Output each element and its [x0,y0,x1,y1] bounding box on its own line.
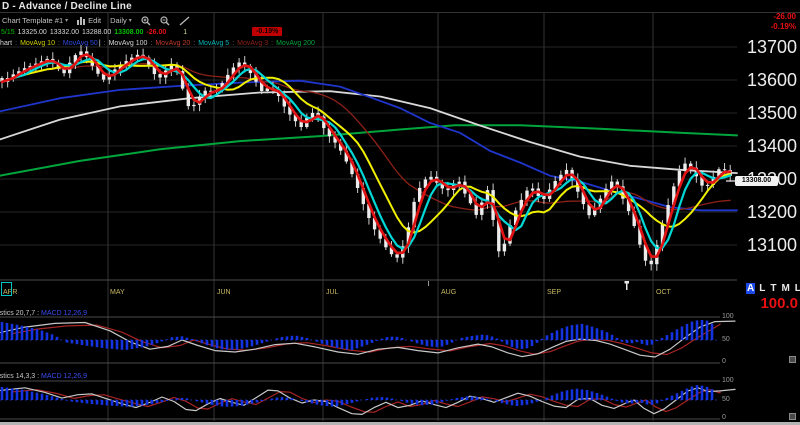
quote-date: 5/15 [1,28,15,36]
panel1-scale-0: 0 [722,358,726,365]
macd-label: MACD 12,26,9 [41,373,87,380]
quote-close: 13308.00 [114,28,144,36]
axis-marker-box [1,282,12,296]
legend-item-movavg5[interactable]: MovAvg 5 [198,40,229,47]
quote-high: 13332.00 [49,28,80,36]
panel1-scale-100: 100 [722,313,734,320]
tab-t[interactable]: T [769,283,777,294]
month-label-jun: JUN [217,289,231,296]
month-label-oct: OCT [656,289,671,296]
legend-item-movavg10[interactable]: MovAvg 10 [20,40,55,47]
legend-item-movavg20[interactable]: MovAvg 20 [155,40,190,47]
zoom-out-button[interactable] [160,15,170,26]
y-axis-label: 13700 [746,37,797,57]
last-price-tag: 13308.00 [735,176,778,186]
y-axis-label: 13200 [746,202,797,222]
panel2-resize-handle[interactable] [789,413,796,420]
title-divider [0,12,800,13]
y-axis-label: 13500 [746,103,797,123]
zoom-in-button[interactable] [141,15,151,26]
period-dropdown[interactable]: Daily ▾ [110,16,132,25]
quote-open: 13325.00 [17,28,47,36]
chevron-down-icon: ▾ [65,18,69,24]
quote-change: -26.00 [146,28,167,36]
stochastic-panel-1 [0,320,736,358]
legend-item-movavg3[interactable]: MovAvg 3 [237,40,268,47]
tab-a[interactable]: A [746,283,756,294]
indicator-value: 100.0 [760,295,798,312]
chart-window: D - Advance / Decline Line Chart Templat… [0,0,800,425]
net-change-value: -26.00 [773,12,796,21]
month-label-jul: JUL [326,289,339,296]
panel1-resize-handle[interactable] [789,356,796,363]
trendline-icon [179,16,190,25]
page-title: D - Advance / Decline Line [2,1,132,12]
panel2-study-label: Stochastics 14,3,3 : MACD 12,26,9 [0,373,87,380]
quote-flag: 1 [183,28,188,36]
chart-template-dropdown[interactable]: Chart Template #1 ▾ [2,16,68,25]
chart-style-button[interactable]: Edit [77,16,101,25]
bar-chart-icon [77,17,86,25]
legend-item-movavg100[interactable]: MovAvg 100 [109,40,148,47]
panel2-scale-50: 50 [722,396,730,403]
chart-canvas [0,13,738,421]
tab-l[interactable]: L [758,283,766,294]
legend-item-movavg200[interactable]: MovAvg 200 [276,40,315,47]
magnifier-minus-icon [160,15,170,25]
panel2-scale-0: 0 [722,414,726,421]
toolbar: Chart Template #1 ▾ Edit Daily ▾ [2,15,190,26]
quote-low: 13288.00 [82,28,112,36]
quote-row: 5/15 13325.00 13332.00 13288.00 13308.00… [1,27,283,36]
legend-item-chart[interactable]: Chart [0,40,12,47]
panel2-scale-100: 100 [722,377,734,384]
chevron-down-icon: ▾ [128,18,132,24]
legend-item-movavg50[interactable]: MovAvg 50 [63,40,98,47]
month-label-sep: SEP [547,289,562,296]
y-axis-label: 13100 [746,235,797,255]
tab-m[interactable]: M [780,283,790,294]
panel1-study-label: Stochastics 20,7,7 : MACD 12,26,9 [0,310,87,317]
y-axis-label: 13600 [746,70,797,90]
macd-label: MACD 12,26,9 [41,310,87,317]
draw-line-tool-button[interactable] [179,16,190,26]
study-legend: Chart : MovAvg 10 : MovAvg 50 | : MovAvg… [0,40,315,47]
y-axis-label: 13400 [746,136,797,156]
month-label-may: MAY [110,289,125,296]
month-label-aug: AUG [441,289,457,296]
pct-change-badge: -0.19% [252,27,283,36]
magnifier-plus-icon [141,15,151,25]
stochastic-panel-2 [0,387,736,415]
pct-change-value: -0.19% [770,22,796,31]
view-size-tabs: A L T M L [746,283,800,294]
panel1-scale-50: 50 [722,336,730,343]
tab-l2[interactable]: L [794,283,800,294]
